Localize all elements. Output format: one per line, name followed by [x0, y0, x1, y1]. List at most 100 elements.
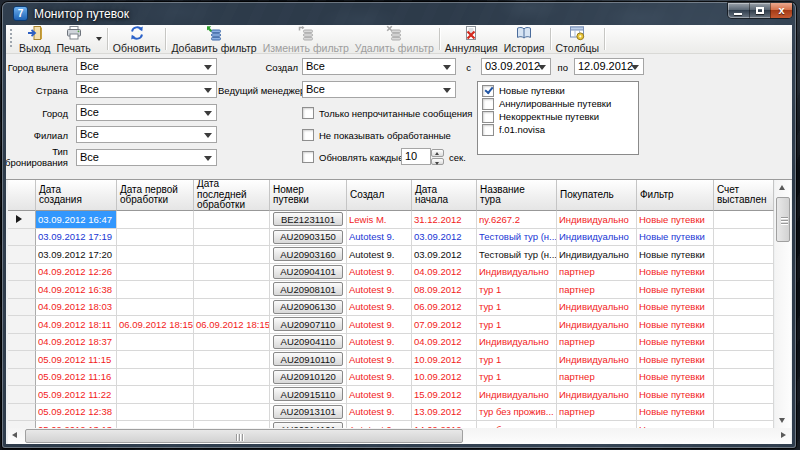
row-selector[interactable] — [8, 334, 36, 352]
cell[interactable] — [714, 246, 774, 264]
cell[interactable]: 05.09.2012 11:15 — [36, 351, 117, 369]
cell[interactable]: Тестовый тур (н... — [477, 246, 557, 264]
scroll-up-button[interactable] — [775, 180, 791, 196]
cell[interactable] — [117, 351, 194, 369]
voucher-number-button[interactable]: AU20906130 — [273, 300, 343, 314]
booking-type-combobox[interactable]: Все — [76, 149, 217, 166]
cell[interactable]: 03.09.2012 — [412, 246, 477, 264]
cell[interactable]: 06.09.2012 18:15 — [117, 316, 194, 334]
grid-header-4[interactable]: Номер путевки — [270, 180, 347, 211]
voucher-number-button[interactable]: AU20915110 — [273, 387, 343, 401]
city-combobox[interactable]: Все — [76, 104, 217, 121]
voucher-number-button[interactable]: AU20904110 — [273, 335, 343, 349]
cell[interactable] — [194, 421, 270, 428]
branch-combobox[interactable]: Все — [76, 126, 217, 143]
toolbar-button-add-filter[interactable]: Добавить фильтр — [168, 25, 259, 53]
cell[interactable]: 06.09.2012 — [412, 299, 477, 317]
cell[interactable]: тур 1 — [477, 281, 557, 299]
cell[interactable]: партнер — [557, 264, 637, 282]
cell[interactable]: Lewis M. — [347, 211, 412, 229]
voucher-number-button[interactable]: AU20903150 — [273, 230, 343, 244]
cell[interactable]: 06.09.2012 18:15 — [194, 316, 270, 334]
cell[interactable]: Autotest 9. — [347, 404, 412, 422]
cell[interactable]: 14.09.2012 — [412, 421, 477, 428]
cell[interactable]: Autotest 9. — [347, 281, 412, 299]
scroll-right-button[interactable] — [775, 428, 791, 444]
cell[interactable]: Новые путевки — [637, 334, 714, 352]
cell[interactable]: Autotest 9. — [347, 369, 412, 387]
cell[interactable]: 31.12.2012 — [412, 211, 477, 229]
cell[interactable]: AU20904110 — [270, 334, 347, 352]
cell[interactable]: 05.09.2012 11:22 — [36, 386, 117, 404]
row-selector[interactable] — [8, 299, 36, 317]
cell[interactable] — [117, 386, 194, 404]
row-selector[interactable] — [8, 229, 36, 247]
cell[interactable]: AU20903160 — [270, 246, 347, 264]
cell[interactable] — [714, 334, 774, 352]
cell[interactable] — [194, 299, 270, 317]
cell[interactable]: AU20904101 — [270, 264, 347, 282]
grid-header-7[interactable]: Название тура — [477, 180, 557, 211]
cell[interactable] — [117, 299, 194, 317]
cell[interactable] — [194, 281, 270, 299]
vertical-scroll-thumb[interactable] — [776, 197, 790, 242]
refresh-interval-input[interactable]: 10 — [401, 148, 431, 165]
cell[interactable]: AU20910110 — [270, 351, 347, 369]
grid-header-10[interactable]: Счет выставлен — [714, 180, 774, 211]
cell[interactable]: 04.09.2012 12:26 — [36, 264, 117, 282]
cell[interactable]: Autotest 9. — [347, 351, 412, 369]
cell[interactable]: Новые путевки — [637, 299, 714, 317]
cell[interactable] — [714, 369, 774, 387]
cell[interactable]: AU20914101 — [270, 421, 347, 428]
title-bar[interactable]: 7 Монитор путевок — [13, 2, 129, 25]
cell[interactable]: 03.09.2012 16:47 — [36, 211, 117, 229]
cell[interactable] — [117, 421, 194, 428]
cell[interactable]: 04.09.2012 16:38 — [36, 281, 117, 299]
maximize-button[interactable] — [749, 3, 770, 18]
cell[interactable]: 05.09.2012 11:16 — [36, 369, 117, 387]
incorrect-vouchers-checkbox[interactable]: Некорректные путевки — [482, 111, 638, 123]
cell[interactable]: Autotest 9. — [347, 334, 412, 352]
cell[interactable]: 05.09.2012 12:38 — [36, 404, 117, 422]
cell[interactable] — [714, 404, 774, 422]
cell[interactable] — [714, 264, 774, 282]
cell[interactable] — [194, 369, 270, 387]
cell[interactable]: Autotest 9. — [347, 421, 412, 428]
row-selector[interactable] — [8, 404, 36, 422]
cell[interactable]: тур без прожив... — [477, 421, 557, 428]
grid-header-9[interactable]: Фильтр — [637, 180, 714, 211]
cell[interactable] — [194, 334, 270, 352]
cell[interactable]: 03.09.2012 17:20 — [36, 246, 117, 264]
grid-header-1[interactable]: Дата создания — [36, 180, 117, 211]
row-selector[interactable] — [8, 246, 36, 264]
cell[interactable]: Индивидуально — [557, 386, 637, 404]
only-unread-checkbox[interactable]: Только непрочитанные сообщения — [302, 107, 472, 120]
cell[interactable] — [194, 211, 270, 229]
grid-header-8[interactable]: Покупатель — [557, 180, 637, 211]
cell[interactable]: Autotest 9. — [347, 264, 412, 282]
cell[interactable]: 03.09.2012 — [412, 229, 477, 247]
cell[interactable] — [714, 281, 774, 299]
minimize-button[interactable] — [728, 3, 749, 18]
cell[interactable]: Autotest 9. — [347, 299, 412, 317]
dropdown-arrow-icon[interactable] — [96, 37, 102, 44]
departure-city-combobox[interactable]: Все — [76, 58, 217, 75]
vertical-scrollbar[interactable] — [775, 180, 791, 428]
cell[interactable] — [714, 229, 774, 247]
scroll-left-button[interactable] — [8, 428, 24, 444]
cell[interactable] — [117, 334, 194, 352]
cell[interactable]: 10.09.2012 — [412, 369, 477, 387]
created-by-combobox[interactable]: Все — [302, 58, 456, 75]
cell[interactable]: партнер — [557, 281, 637, 299]
cell[interactable] — [117, 246, 194, 264]
cell[interactable]: Autotest 9. — [347, 229, 412, 247]
grid-header-5[interactable]: Создал — [347, 180, 412, 211]
toolbar-button-history[interactable]: История — [501, 25, 548, 53]
cell[interactable]: Новые путевки — [637, 281, 714, 299]
toolbar-grip[interactable] — [9, 29, 14, 49]
row-selector[interactable] — [8, 351, 36, 369]
row-selector[interactable] — [8, 281, 36, 299]
cell[interactable]: Новые путевки — [637, 369, 714, 387]
row-selector[interactable] — [8, 264, 36, 282]
date-to-picker[interactable]: 12.09.2012 — [574, 58, 644, 75]
